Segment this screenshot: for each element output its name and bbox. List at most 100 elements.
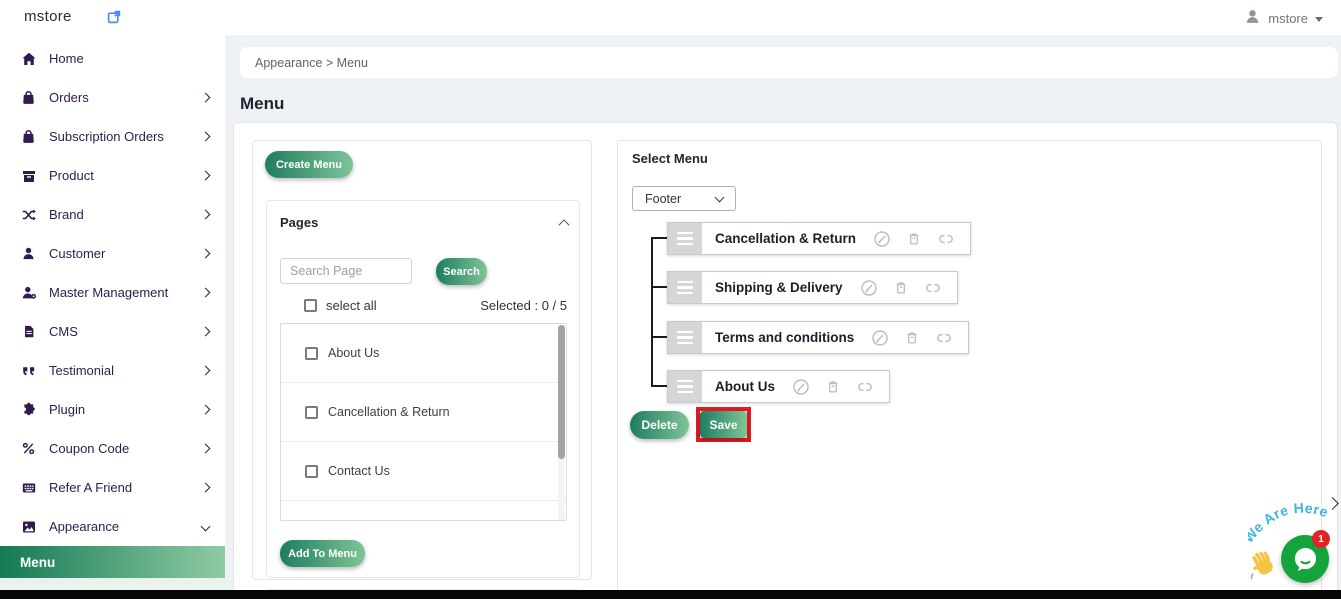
page-row[interactable]: Contact Us (281, 442, 566, 501)
chevron-right-icon (201, 366, 211, 376)
delete-icon[interactable] (903, 329, 921, 347)
sidebar-submenu-menu-active[interactable]: Menu (0, 546, 225, 578)
save-button[interactable]: Save (700, 411, 747, 438)
drag-handle-icon[interactable] (668, 223, 702, 254)
plugin-icon (20, 401, 37, 418)
chevron-right-icon (201, 132, 211, 142)
unlink-icon[interactable] (936, 229, 956, 249)
page-row[interactable]: Shipping & Delivery (281, 501, 566, 521)
delete-icon[interactable] (824, 378, 842, 396)
unlink-icon[interactable] (923, 278, 943, 298)
bottom-black-bar (0, 590, 1341, 599)
user-label: mstore (1268, 11, 1308, 26)
selected-count: Selected : 0 / 5 (480, 298, 567, 313)
waving-hand-icon (1249, 548, 1281, 582)
sidebar-item-appearance[interactable]: Appearance (0, 507, 225, 546)
cms-icon (20, 323, 37, 340)
menu-item-row[interactable]: Shipping & Delivery (667, 271, 958, 304)
sidebar-item-refer-a-friend[interactable]: Refer A Friend (0, 468, 225, 507)
save-button-highlight: Save (696, 407, 751, 442)
menu-select[interactable]: Footer (632, 186, 736, 211)
chevron-right-icon (201, 171, 211, 181)
chevron-up-icon (558, 219, 569, 230)
sidebar-item-cms[interactable]: CMS (0, 312, 225, 351)
orders-icon (20, 89, 37, 106)
breadcrumb: Appearance > Menu (240, 47, 1338, 78)
tree-connector-stub (651, 336, 667, 338)
tree-connector-stub (651, 237, 667, 239)
menu-item-row[interactable]: Cancellation & Return (667, 222, 971, 255)
delete-button[interactable]: Delete (630, 411, 689, 439)
edit-icon[interactable] (870, 328, 890, 348)
brand-icon (20, 206, 37, 223)
unlink-icon[interactable] (855, 377, 875, 397)
chevron-down-icon (201, 522, 211, 532)
external-link-icon[interactable] (106, 9, 122, 25)
edit-icon[interactable] (872, 229, 892, 249)
chevron-right-icon (201, 327, 211, 337)
sidebar-item-orders[interactable]: Orders (0, 78, 225, 117)
add-to-menu-button[interactable]: Add To Menu (280, 540, 365, 567)
select-all-checkbox[interactable] (304, 299, 317, 312)
chevron-right-icon (201, 249, 211, 259)
edit-icon[interactable] (859, 278, 879, 298)
sidebar-item-testimonial[interactable]: Testimonial (0, 351, 225, 390)
chat-notification-badge[interactable]: 1 (1312, 530, 1330, 548)
chevron-down-icon (715, 192, 725, 202)
page-title: Menu (240, 94, 284, 114)
brand-logo[interactable]: mstore (24, 8, 72, 25)
page-checkbox[interactable] (305, 465, 318, 478)
app-root: mstore mstore Home (0, 0, 1341, 599)
tree-connector-stub (651, 385, 667, 387)
chevron-right-icon (201, 210, 211, 220)
unlink-icon[interactable] (934, 328, 954, 348)
select-menu-label: Select Menu (632, 151, 708, 166)
drag-handle-icon[interactable] (668, 322, 702, 353)
menu-item-row[interactable]: About Us (667, 370, 890, 403)
top-bar: mstore mstore (0, 0, 1341, 35)
sidebar-item-product[interactable]: Product (0, 156, 225, 195)
user-menu[interactable]: mstore (1244, 8, 1323, 28)
list-scrollbar-thumb[interactable] (558, 325, 565, 459)
pages-accordion-header[interactable]: Pages (280, 215, 568, 230)
page-row[interactable]: About Us (281, 324, 566, 383)
select-all-label: select all (326, 298, 377, 313)
sidebar-item-subscription-orders[interactable]: Subscription Orders (0, 117, 225, 156)
sidebar: Home Orders Subscription Orders (0, 35, 225, 599)
chat-bubble-icon (1292, 546, 1319, 573)
sidebar-item-master-management[interactable]: Master Management (0, 273, 225, 312)
search-page-input[interactable] (280, 258, 412, 284)
sidebar-item-plugin[interactable]: Plugin (0, 390, 225, 429)
create-menu-button[interactable]: Create Menu (265, 151, 353, 178)
submenu-strip (0, 578, 225, 590)
page-checkbox[interactable] (305, 347, 318, 360)
product-icon (20, 167, 37, 184)
delete-icon[interactable] (905, 230, 923, 248)
pages-header-label: Pages (280, 215, 318, 230)
sidebar-item-customer[interactable]: Customer (0, 234, 225, 273)
drag-handle-icon[interactable] (668, 371, 702, 402)
page-checkbox[interactable] (305, 406, 318, 419)
sidebar-item-coupon-code[interactable]: Coupon Code (0, 429, 225, 468)
menu-select-value: Footer (645, 192, 716, 206)
search-button[interactable]: Search (436, 258, 487, 285)
chat-widget: We Are Here 1 (1246, 492, 1341, 592)
menu-item-row[interactable]: Terms and conditions (667, 321, 969, 354)
chevron-right-icon (201, 288, 211, 298)
select-all-row: select all Selected : 0 / 5 (304, 298, 567, 313)
edit-icon[interactable] (791, 377, 811, 397)
sidebar-item-brand[interactable]: Brand (0, 195, 225, 234)
page-row[interactable]: Cancellation & Return (281, 383, 566, 442)
sidebar-item-home[interactable]: Home (0, 39, 225, 78)
delete-icon[interactable] (892, 279, 910, 297)
drag-handle-icon[interactable] (668, 272, 702, 303)
chevron-right-icon (201, 483, 211, 493)
customer-icon (20, 245, 37, 262)
caret-down-icon (1315, 17, 1323, 22)
coupon-code-icon (20, 440, 37, 457)
user-icon (1244, 8, 1261, 28)
list-scrollbar-track[interactable] (558, 325, 565, 521)
page-list: About Us Cancellation & Return Contact U… (280, 323, 567, 521)
tree-connector-stub (651, 286, 667, 288)
master-management-icon (20, 284, 37, 301)
